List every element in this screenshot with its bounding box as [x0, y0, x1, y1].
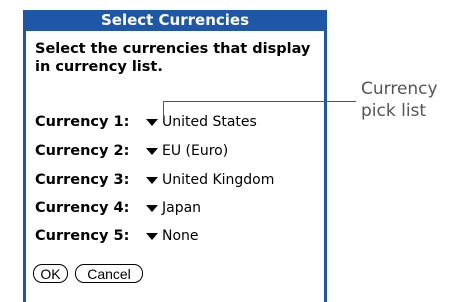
select-currencies-dialog: Select Currencies Select the currencies …: [23, 10, 327, 302]
currency-3-label: Currency 3:: [35, 172, 130, 188]
triangle-down-icon: [146, 148, 158, 155]
currency-row-5: Currency 5: None: [35, 225, 320, 247]
ok-button[interactable]: OK: [33, 264, 68, 283]
callout-label-line-2: pick list: [361, 101, 427, 121]
currency-row-2: Currency 2: EU (Euro): [35, 140, 320, 162]
currency-5-label: Currency 5:: [35, 228, 130, 244]
currency-4-value: Japan: [162, 200, 202, 216]
triangle-down-icon: [146, 205, 158, 212]
currency-row-1: Currency 1: United States: [35, 111, 320, 133]
currency-1-value: United States: [162, 114, 257, 130]
screenshot-canvas: Select Currencies Select the currencies …: [0, 0, 465, 302]
instruction-text: Select the currencies that display in cu…: [35, 41, 311, 75]
triangle-down-icon: [146, 119, 158, 126]
dialog-title: Select Currencies: [23, 10, 327, 31]
callout-label-line-1: Currency: [361, 79, 438, 99]
currency-row-3: Currency 3: United Kingdom: [35, 169, 320, 191]
callout-leader-line: [163, 101, 356, 103]
currency-4-label: Currency 4:: [35, 200, 130, 216]
currency-row-4: Currency 4: Japan: [35, 197, 320, 219]
currency-3-value: United Kingdom: [162, 172, 275, 188]
currency-2-value: EU (Euro): [162, 143, 229, 159]
triangle-down-icon: [146, 233, 158, 240]
currency-5-value: None: [162, 228, 199, 244]
triangle-down-icon: [146, 177, 158, 184]
currency-1-label: Currency 1:: [35, 114, 130, 130]
currency-2-label: Currency 2:: [35, 143, 130, 159]
callout-label: Currency pick list: [361, 78, 465, 122]
cancel-button[interactable]: Cancel: [75, 264, 143, 283]
callout-leader-tick: [163, 101, 165, 118]
